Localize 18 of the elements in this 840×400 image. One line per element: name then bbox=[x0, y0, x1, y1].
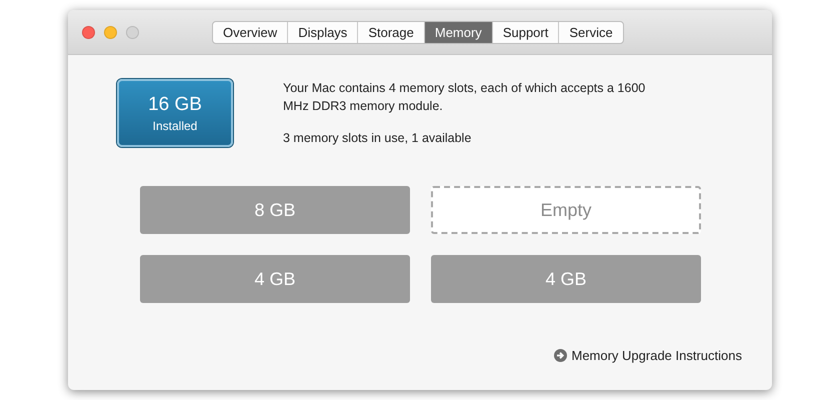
memory-amount: 16 GB bbox=[148, 94, 202, 116]
description-text: Your Mac contains 4 memory slots, each of which accepts a 1600 MHz DDR3 memory module. bbox=[283, 80, 646, 115]
tab[interactable]: Support bbox=[492, 22, 558, 42]
memory-slot: 8 GB bbox=[140, 186, 410, 234]
tab[interactable]: Service bbox=[558, 22, 623, 42]
upgrade-instructions-link[interactable]: Memory Upgrade Instructions bbox=[554, 348, 742, 363]
arrow-circle-icon bbox=[554, 349, 568, 362]
empty-memory-slot: Empty bbox=[431, 186, 701, 234]
zoom-button[interactable] bbox=[126, 26, 139, 38]
memory-slot: 4 GB bbox=[431, 255, 701, 303]
close-button[interactable] bbox=[82, 26, 95, 38]
memory-caption: Installed bbox=[152, 118, 198, 132]
tab[interactable]: Overview bbox=[213, 22, 288, 42]
minimize-button[interactable] bbox=[104, 26, 117, 38]
memory-slot: 4 GB bbox=[140, 255, 410, 303]
description-text: 3 memory slots in use, 1 available bbox=[283, 130, 472, 147]
tab[interactable]: Memory bbox=[424, 22, 492, 42]
tab[interactable]: Displays bbox=[287, 22, 358, 42]
